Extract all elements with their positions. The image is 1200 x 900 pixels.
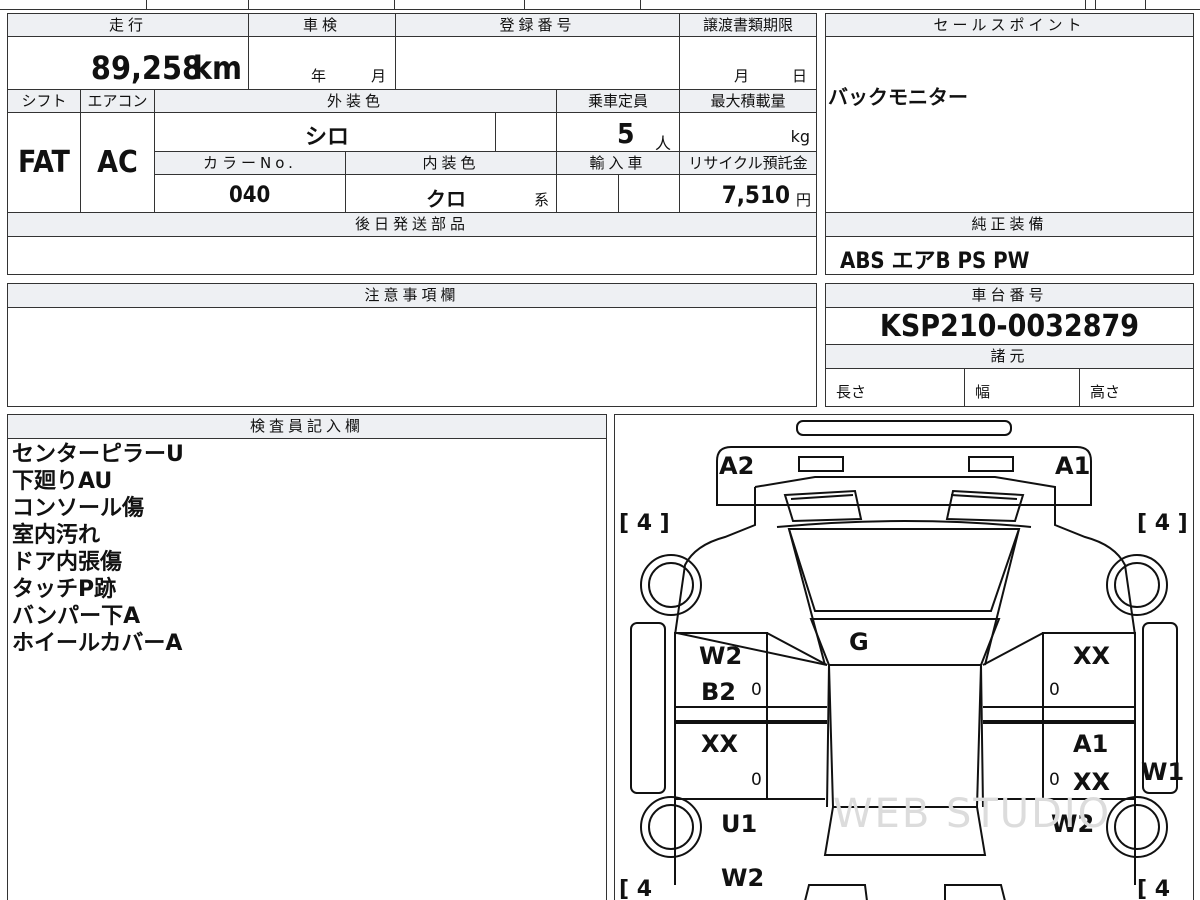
aircon-header: エアコン — [80, 89, 155, 113]
transfer-day-unit: 日 — [792, 67, 808, 85]
shaken-header: 車検 — [248, 13, 396, 37]
note-line: 下廻りAU — [12, 469, 113, 494]
interior-color-suffix: 系 — [534, 191, 550, 209]
capacity-header: 乗車定員 — [556, 89, 680, 113]
shift-value: FAT — [18, 145, 70, 180]
specs-header: 諸元 — [825, 344, 1194, 369]
max-load-cell: kg — [679, 112, 817, 152]
aircon-cell: AC — [80, 112, 155, 213]
aircon-value: AC — [97, 145, 138, 180]
registration-cell — [395, 36, 680, 90]
transfer-deadline-cell: 月 日 — [679, 36, 817, 90]
specs-length-label: 長さ — [836, 383, 867, 401]
damage-front-right: A1 — [1055, 452, 1091, 480]
damage-rear-left-1: U1 — [721, 810, 758, 838]
chassis-number-value: KSP210-0032879 — [879, 309, 1140, 344]
door-zero-fr: 0 — [1049, 680, 1060, 700]
sales-point-header: セールスポイント — [825, 13, 1194, 37]
recycle-fee-value: 7,510 — [721, 181, 790, 209]
inspector-notes-box: センターピラーU 下廻りAU コンソール傷 室内汚れ ドア内張傷 タッチP跡 バ… — [7, 438, 607, 900]
note-line: ドア内張傷 — [12, 550, 123, 575]
interior-color-cell: クロ 系 — [345, 174, 557, 213]
specs-height-label: 高さ — [1090, 383, 1121, 401]
damage-fr-door: XX — [1073, 642, 1111, 670]
color-no-value: 040 — [229, 183, 271, 208]
sales-point-cell: バックモニター — [825, 36, 1194, 213]
note-line: タッチP跡 — [12, 577, 117, 602]
exterior-color-extra-cell — [495, 112, 557, 152]
chassis-number-cell: KSP210-0032879 — [825, 307, 1194, 345]
color-no-header: カラーNo. — [154, 151, 346, 175]
recycle-fee-unit: 円 — [795, 191, 811, 209]
car-damage-diagram: [ 4 ] [ 4 ] [ 4 [ 4 A2 A1 G W2 B2 XX XX … — [614, 414, 1194, 900]
watermark: WEB STUDIO — [833, 791, 1112, 837]
damage-right-quarter: W1 — [1141, 758, 1185, 786]
exterior-color-header: 外装色 — [154, 89, 557, 113]
recycle-fee-cell: 7,510 円 — [679, 174, 817, 213]
specs-height-cell: 高さ — [1079, 368, 1194, 407]
interior-color-header: 内装色 — [345, 151, 557, 175]
mileage-value: 89,258 — [90, 49, 202, 87]
caution-header: 注意事項欄 — [7, 283, 817, 308]
import-cell-1 — [556, 174, 619, 213]
shift-header: シフト — [7, 89, 81, 113]
exterior-color-cell: シロ — [154, 112, 496, 152]
damage-rear-left-2: W2 — [721, 864, 765, 892]
damage-rr-door-1: A1 — [1073, 730, 1109, 758]
tire-mark-rear-right: [ 4 — [1137, 877, 1171, 900]
damage-rl-door: XX — [701, 730, 739, 758]
shaken-year-unit: 年 — [311, 67, 327, 85]
sales-point-text: バックモニター — [828, 85, 968, 109]
capacity-value: 5 — [617, 117, 635, 150]
chassis-number-header: 車台番号 — [825, 283, 1194, 308]
damage-fl-door-1: W2 — [699, 642, 743, 670]
standard-equipment-value: ABS エアB PS PW — [840, 249, 1030, 274]
caution-cell — [7, 307, 817, 407]
door-zero-rr: 0 — [1049, 770, 1060, 790]
tire-mark-front-right: [ 4 ] — [1137, 511, 1188, 536]
door-zero-fl: 0 — [751, 680, 762, 700]
specs-length-cell: 長さ — [825, 368, 965, 407]
top-strip — [0, 0, 1200, 10]
mileage-header: 走行 — [7, 13, 249, 37]
note-line: 室内汚れ — [12, 523, 101, 548]
shift-cell: FAT — [7, 112, 81, 213]
note-line: センターピラーU — [12, 442, 184, 467]
max-load-header: 最大積載量 — [679, 89, 817, 113]
standard-equipment-cell: ABS エアB PS PW — [825, 236, 1194, 275]
transfer-deadline-header: 譲渡書類期限 — [679, 13, 817, 37]
interior-color-value: クロ — [426, 187, 466, 211]
registration-header: 登録番号 — [395, 13, 680, 37]
damage-fl-door-2: B2 — [701, 678, 736, 706]
door-zero-rl: 0 — [751, 770, 762, 790]
tire-mark-front-left: [ 4 ] — [619, 511, 670, 536]
mileage-unit: km — [192, 49, 242, 87]
note-line: ホイールカバーA — [12, 631, 183, 656]
color-no-cell: 040 — [154, 174, 346, 213]
note-line: バンパー下A — [12, 604, 141, 629]
shaken-cell: 年 月 — [248, 36, 396, 90]
mileage-cell: 89,258 km — [7, 36, 249, 90]
specs-width-label: 幅 — [975, 383, 991, 401]
shaken-month-unit: 月 — [371, 67, 387, 85]
tire-mark-rear-left: [ 4 — [619, 877, 653, 900]
later-parts-cell — [7, 236, 817, 275]
import-header: 輸入車 — [556, 151, 680, 175]
standard-equipment-header: 純正装備 — [825, 212, 1194, 237]
recycle-fee-header: リサイクル預託金 — [679, 151, 817, 175]
max-load-unit: kg — [790, 127, 810, 146]
capacity-cell: 5 人 — [556, 112, 680, 153]
import-cell-2 — [618, 174, 680, 213]
specs-width-cell: 幅 — [964, 368, 1080, 407]
note-line: コンソール傷 — [12, 496, 145, 521]
damage-hood: G — [849, 628, 869, 656]
damage-front-left: A2 — [719, 452, 755, 480]
exterior-color-value: シロ — [305, 125, 350, 150]
inspector-notes-header: 検査員記入欄 — [7, 414, 607, 439]
transfer-month-unit: 月 — [734, 67, 750, 85]
later-parts-header: 後日発送部品 — [7, 212, 817, 237]
